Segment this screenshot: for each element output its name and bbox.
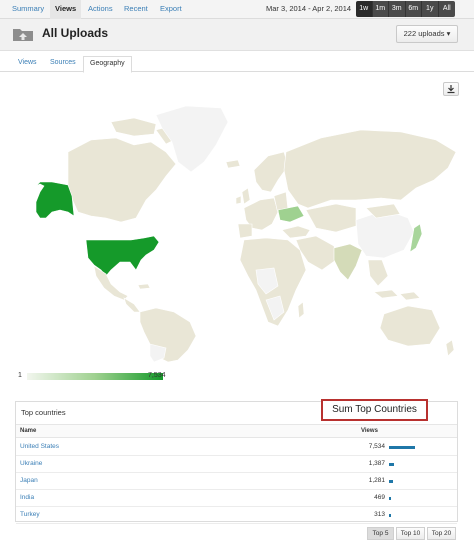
range-selector: 1w 1m 3m 6m 1y All xyxy=(356,1,455,17)
page-header: All Uploads 222 uploads ▾ xyxy=(0,19,474,51)
range-1y[interactable]: 1y xyxy=(422,1,439,17)
map-australia xyxy=(379,305,441,347)
views-bar xyxy=(389,514,391,517)
tab-sources[interactable]: Sources xyxy=(44,56,82,72)
top-5-button[interactable]: Top 5 xyxy=(367,527,394,540)
range-1m[interactable]: 1m xyxy=(372,1,389,17)
map-arctic-islands xyxy=(110,117,157,137)
views-value: 313 xyxy=(374,511,385,518)
country-link[interactable]: Japan xyxy=(20,477,38,484)
table-row: Turkey 313 xyxy=(16,507,457,524)
table-caption: Top countries xyxy=(21,408,66,417)
table-row: India 469 xyxy=(16,490,457,507)
uploads-dropdown[interactable]: 222 uploads ▾ xyxy=(396,25,458,43)
map-mexico xyxy=(93,265,129,301)
map-canada xyxy=(67,137,177,223)
range-1w[interactable]: 1w xyxy=(356,1,373,17)
column-views[interactable]: Views xyxy=(361,428,378,434)
top-10-button[interactable]: Top 10 xyxy=(396,527,425,540)
column-name[interactable]: Name xyxy=(20,428,36,434)
date-range[interactable]: Mar 3, 2014 - Apr 2, 2014 xyxy=(266,0,351,19)
map-south-america xyxy=(139,307,197,362)
world-map[interactable] xyxy=(16,100,460,362)
legend-gradient xyxy=(27,373,163,380)
legend-min: 1 xyxy=(18,372,22,379)
table-row: Ukraine 1,387 xyxy=(16,456,457,473)
map-scandinavia xyxy=(253,151,289,193)
tab-views[interactable]: Views xyxy=(12,56,43,72)
folder-icon xyxy=(13,29,33,41)
views-bar xyxy=(389,463,394,466)
map-legend: 1 7,534 xyxy=(18,371,178,383)
country-link[interactable]: Turkey xyxy=(20,511,40,518)
tab-bar: Views Sources Geography xyxy=(0,52,474,73)
legend-max: 7,534 xyxy=(148,372,166,379)
views-bar xyxy=(389,497,391,500)
nav-recent[interactable]: Recent xyxy=(119,0,153,19)
country-link[interactable]: Ukraine xyxy=(20,460,42,467)
download-icon xyxy=(447,85,455,94)
views-bar xyxy=(389,446,415,449)
download-button[interactable] xyxy=(443,82,459,96)
nav-export[interactable]: Export xyxy=(155,0,187,19)
map-india xyxy=(333,243,363,281)
views-bar xyxy=(389,480,394,483)
views-value: 469 xyxy=(374,494,385,501)
annotation-callout: Sum Top Countries xyxy=(321,399,428,421)
range-all[interactable]: All xyxy=(438,1,455,17)
range-6m[interactable]: 6m xyxy=(405,1,422,17)
table-header: Name Views xyxy=(16,424,457,438)
map-russia xyxy=(283,129,457,209)
top-20-button[interactable]: Top 20 xyxy=(427,527,456,540)
table-row: Japan 1,281 xyxy=(16,473,457,490)
range-3m[interactable]: 3m xyxy=(389,1,406,17)
map-alaska xyxy=(35,181,75,219)
map-china xyxy=(355,209,415,259)
tab-geography[interactable]: Geography xyxy=(83,56,132,73)
nav-summary[interactable]: Summary xyxy=(7,0,49,19)
nav-actions[interactable]: Actions xyxy=(83,0,118,19)
table-row: United States 7,534 xyxy=(16,439,457,456)
country-link[interactable]: India xyxy=(20,494,34,501)
views-value: 7,534 xyxy=(368,443,385,450)
country-link[interactable]: United States xyxy=(20,443,59,450)
top-nav: Summary Views Actions Recent Export Mar … xyxy=(0,0,474,19)
views-value: 1,387 xyxy=(368,460,385,467)
nav-views[interactable]: Views xyxy=(50,0,82,19)
page-title: All Uploads xyxy=(42,26,109,40)
views-value: 1,281 xyxy=(368,477,385,484)
